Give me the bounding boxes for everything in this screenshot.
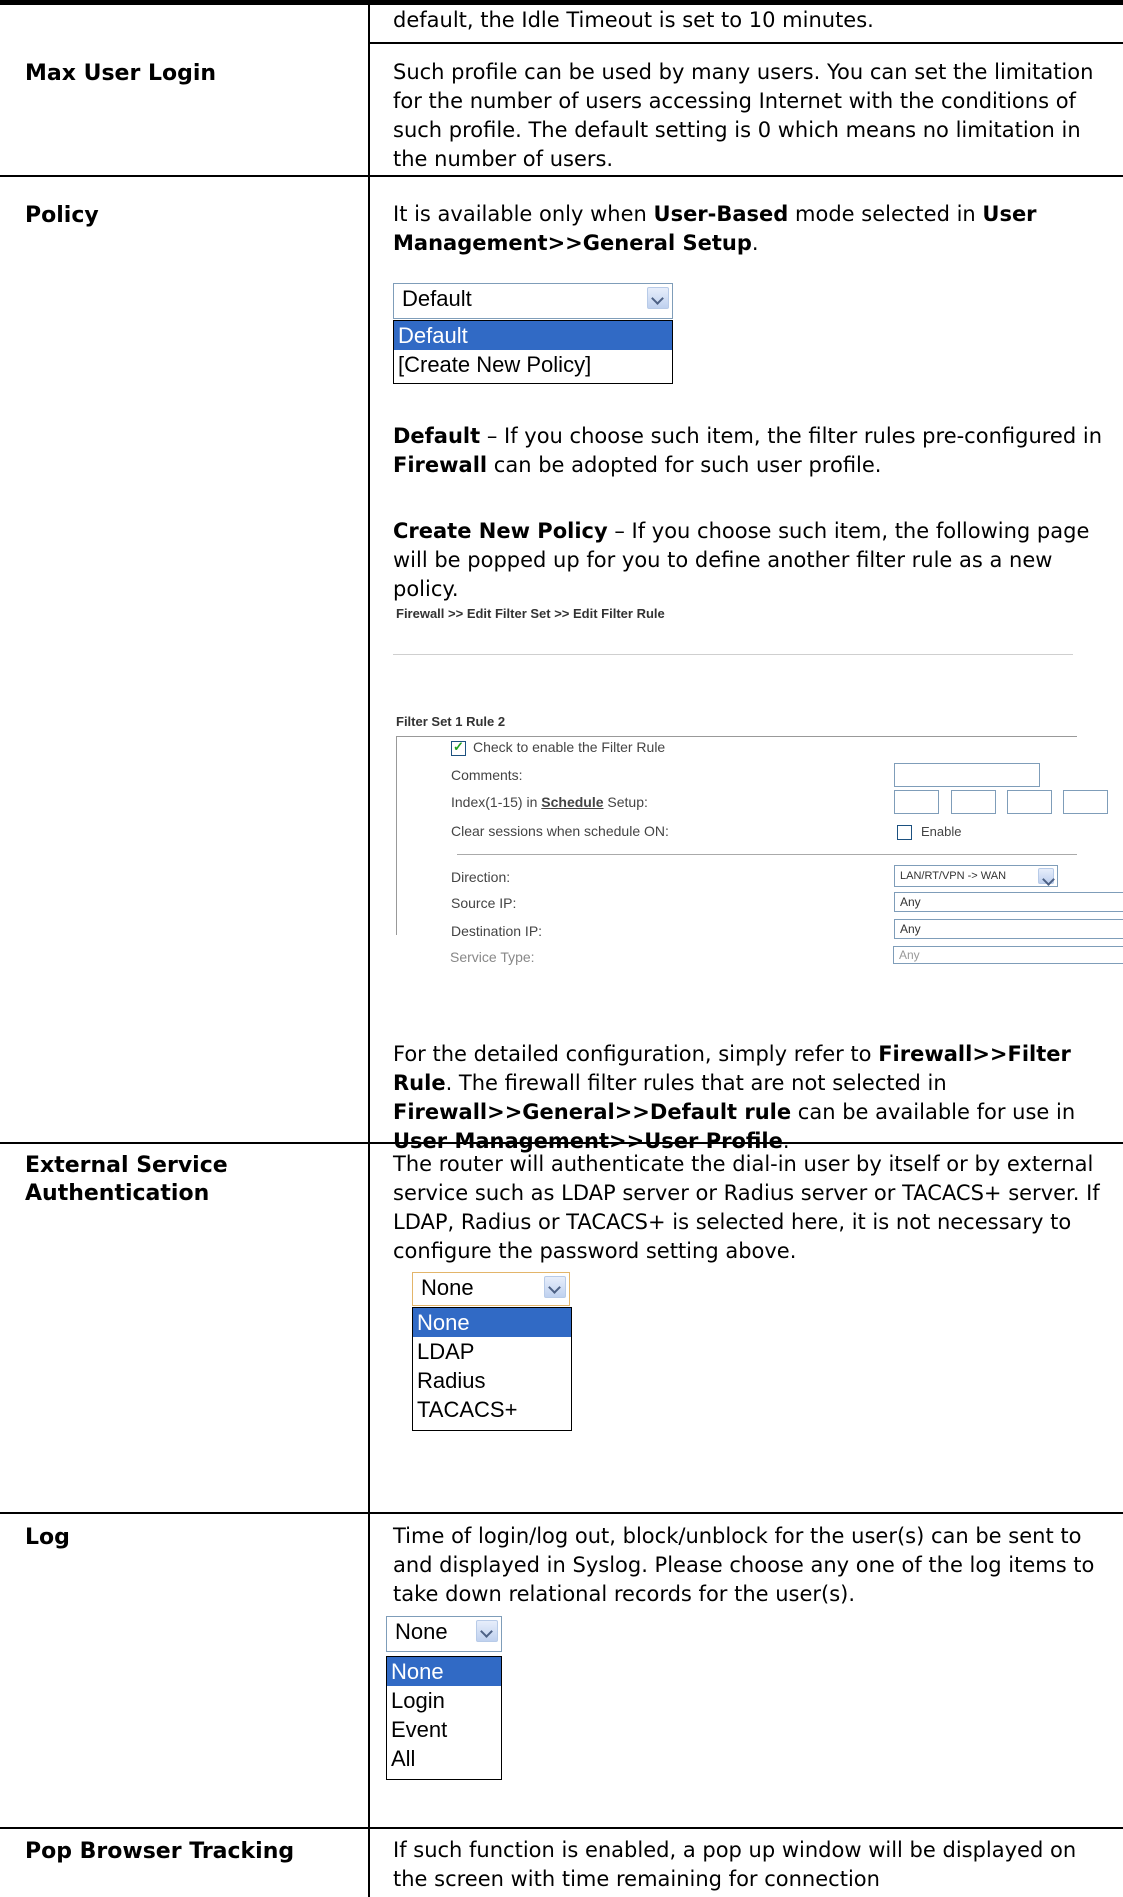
policy-create-text: Create New Policy – If you choose such i… <box>393 517 1105 604</box>
policy-availability-text: It is available only when User-Based mod… <box>393 200 1105 258</box>
direction-label: Direction: <box>451 869 511 885</box>
log-option-all[interactable]: All <box>387 1744 501 1773</box>
log-text: Time of login/log out, block/unblock for… <box>393 1524 1095 1606</box>
max-user-login-text: Such profile can be used by many users. … <box>393 60 1094 171</box>
enable-label: Enable <box>921 824 962 839</box>
bold-span: Firewall <box>393 453 488 477</box>
row-divider <box>0 1512 1123 1514</box>
firewall-edit-rule-screenshot: Firewall >> Edit Filter Set >> Edit Filt… <box>393 606 1123 1060</box>
text-span: . <box>751 231 759 255</box>
external-select-value: None <box>421 1275 474 1300</box>
external-option-radius[interactable]: Radius <box>413 1366 571 1395</box>
schedule-index-label: Index(1-15) in Schedule Setup: <box>451 794 648 810</box>
bold-span: User-Based <box>653 202 789 226</box>
policy-default-text: Default – If you choose such item, the f… <box>393 422 1105 480</box>
text-span: Index(1-15) in <box>451 794 542 810</box>
direction-select[interactable]: LAN/RT/VPN -> WAN <box>894 865 1058 887</box>
policy-dropdown-screenshot: Default Default [Create New Policy] <box>393 283 673 408</box>
log-option-event[interactable]: Event <box>387 1715 501 1744</box>
policy-after-text: For the detailed configuration, simply r… <box>393 1040 1105 1156</box>
external-select[interactable]: None <box>412 1272 570 1306</box>
divider <box>457 854 1077 855</box>
policy-option-default[interactable]: Default <box>394 321 672 350</box>
text-span: . The firewall filter rules that are not… <box>445 1071 947 1095</box>
enable-rule-checkbox[interactable] <box>451 739 466 756</box>
comments-input[interactable] <box>894 763 1040 787</box>
column-divider <box>368 0 370 1897</box>
policy-select[interactable]: Default <box>393 283 673 319</box>
text-span: can be adopted for such user profile. <box>487 453 882 477</box>
firewall-breadcrumb: Firewall >> Edit Filter Set >> Edit Filt… <box>396 606 665 621</box>
comments-label: Comments: <box>451 767 523 783</box>
destination-ip-label: Destination IP: <box>451 923 543 939</box>
external-option-tacacs[interactable]: TACACS+ <box>413 1395 571 1424</box>
schedule-index-input-4[interactable] <box>1063 790 1108 814</box>
document-page: default, the Idle Timeout is set to 10 m… <box>0 0 1123 1897</box>
service-type-field[interactable]: Any <box>893 946 1123 964</box>
table-top-border <box>0 0 1123 5</box>
policy-label: Policy <box>25 203 99 228</box>
chevron-down-icon[interactable] <box>647 287 669 309</box>
external-options-list: None LDAP Radius TACACS+ <box>412 1307 572 1431</box>
log-option-none[interactable]: None <box>387 1657 501 1686</box>
log-options-list: None Login Event All <box>386 1656 502 1780</box>
clear-sessions-label: Clear sessions when schedule ON: <box>451 823 669 839</box>
row-divider <box>0 1827 1123 1829</box>
destination-ip-field[interactable]: Any <box>894 919 1123 939</box>
schedule-link[interactable]: Schedule <box>541 794 603 810</box>
pop-browser-text: If such function is enabled, a pop up wi… <box>393 1838 1077 1891</box>
divider <box>393 654 1073 655</box>
bold-span: Default <box>393 424 481 448</box>
source-ip-field[interactable]: Any <box>894 892 1123 912</box>
enable-rule-label: Check to enable the Filter Rule <box>473 739 666 755</box>
filter-rule-panel: Check to enable the Filter Rule Comments… <box>396 736 1123 939</box>
schedule-index-input-1[interactable] <box>894 790 939 814</box>
row-divider <box>368 42 1123 44</box>
chevron-down-icon[interactable] <box>1038 868 1054 884</box>
intro-text: default, the Idle Timeout is set to 10 m… <box>393 8 874 32</box>
policy-option-create-new[interactable]: [Create New Policy] <box>394 350 672 379</box>
external-option-ldap[interactable]: LDAP <box>413 1337 571 1366</box>
text-span: can be available for use in <box>791 1100 1076 1124</box>
external-option-none[interactable]: None <box>413 1308 571 1337</box>
chevron-down-icon[interactable] <box>544 1276 566 1298</box>
log-label: Log <box>25 1525 70 1550</box>
source-ip-label: Source IP: <box>451 895 517 911</box>
service-type-label: Service Type: <box>450 949 535 965</box>
log-select-value: None <box>395 1619 448 1644</box>
external-dropdown-screenshot: None None LDAP Radius TACACS+ <box>412 1272 572 1472</box>
row-divider <box>0 175 1123 177</box>
policy-select-value: Default <box>402 286 472 311</box>
external-service-text: The router will authenticate the dial-in… <box>393 1152 1100 1263</box>
text-span: – If you choose such item, the filter ru… <box>480 424 1102 448</box>
text-span: It is available only when <box>393 202 654 226</box>
pop-browser-label: Pop Browser Tracking <box>25 1839 295 1864</box>
policy-options-list: Default [Create New Policy] <box>393 320 673 384</box>
schedule-index-input-3[interactable] <box>1007 790 1052 814</box>
direction-value: LAN/RT/VPN -> WAN <box>900 870 1007 882</box>
text-span: For the detailed configuration, simply r… <box>393 1042 879 1066</box>
text-span: mode selected in <box>788 202 983 226</box>
log-option-login[interactable]: Login <box>387 1686 501 1715</box>
log-select[interactable]: None <box>386 1616 502 1652</box>
log-dropdown-screenshot: None None Login Event All <box>386 1616 506 1816</box>
chevron-down-icon[interactable] <box>476 1620 498 1642</box>
external-service-label: External Service Authentication <box>25 1153 228 1206</box>
text-span: Setup: <box>603 794 648 810</box>
filter-set-title: Filter Set 1 Rule 2 <box>396 714 506 729</box>
bold-span: Firewall>>General>>Default rule <box>393 1100 792 1124</box>
bold-span: Create New Policy <box>393 519 608 543</box>
schedule-index-input-2[interactable] <box>951 790 996 814</box>
clear-sessions-checkbox[interactable] <box>897 825 912 840</box>
max-user-login-label: Max User Login <box>25 61 217 86</box>
